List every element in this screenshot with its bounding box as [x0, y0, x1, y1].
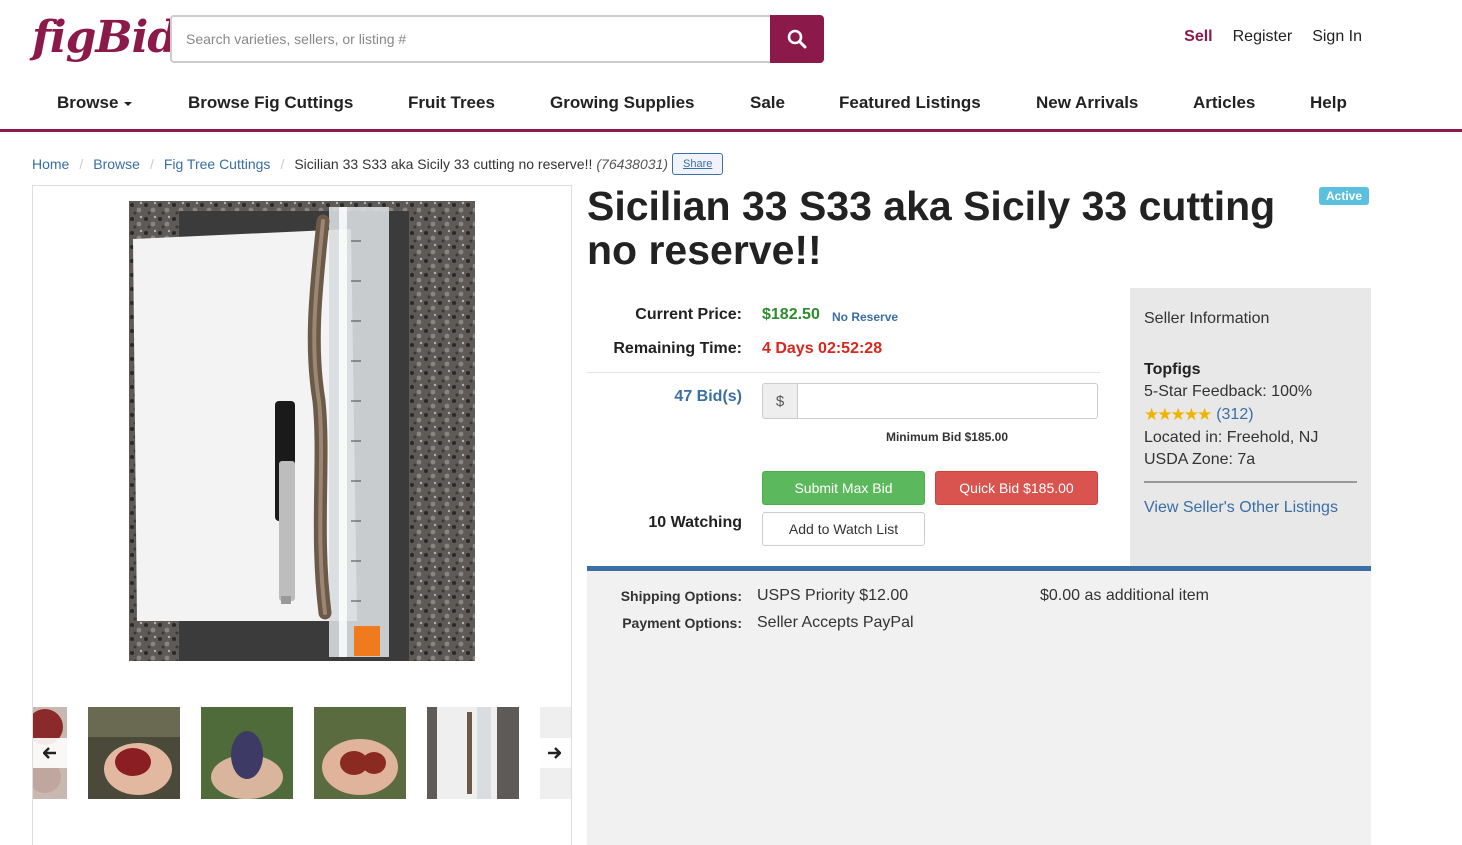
minimum-bid: Minimum Bid $185.00 [885, 430, 1009, 444]
shipping-options-value: USPS Priority $12.00 [757, 587, 909, 604]
main-nav: Browse Browse Fig Cuttings Fruit Trees G… [0, 80, 1462, 132]
gallery-next-button[interactable] [537, 738, 571, 768]
nav-help[interactable]: Help [1310, 93, 1347, 113]
thumbnail-3[interactable] [201, 707, 293, 799]
additional-item-shipping: $0.00 as additional item [1040, 587, 1209, 604]
seller-usda-zone: USDA Zone: 7a [1144, 451, 1256, 468]
nav-browse[interactable]: Browse [57, 93, 133, 113]
nav-sale[interactable]: Sale [750, 93, 785, 113]
payment-options-label: Payment Options: [622, 615, 742, 631]
add-to-watch-list-button[interactable]: Add to Watch List [762, 512, 925, 546]
breadcrumb-home[interactable]: Home [32, 156, 69, 172]
breadcrumb-category[interactable]: Fig Tree Cuttings [164, 156, 271, 172]
current-price-label: Current Price: [635, 306, 742, 323]
account-links: Sell Register Sign In [1184, 28, 1362, 46]
current-price: $182.50 [762, 306, 820, 323]
breadcrumb-separator: / [280, 156, 285, 172]
breadcrumb-separator: / [149, 156, 154, 172]
search-icon [787, 29, 807, 49]
breadcrumb-browse[interactable]: Browse [93, 156, 140, 172]
divider [1144, 481, 1357, 483]
nav-new-arrivals[interactable]: New Arrivals [1036, 93, 1138, 113]
payment-options-value: Seller Accepts PayPal [757, 614, 914, 631]
listing-number: (76438031) [596, 156, 668, 172]
breadcrumb: Home / Browse / Fig Tree Cuttings / Sici… [32, 153, 724, 175]
main-listing-photo[interactable] [129, 201, 475, 661]
sell-link[interactable]: Sell [1184, 28, 1212, 46]
gallery-prev-button[interactable] [33, 738, 67, 768]
status-badge: Active [1319, 187, 1370, 205]
caret-down-icon [124, 101, 133, 106]
thumbnail-strip [33, 707, 571, 799]
arrow-right-icon [548, 747, 561, 759]
no-reserve-link[interactable]: No Reserve [832, 310, 898, 324]
watching-count: 10 Watching [648, 514, 742, 531]
bid-history-link[interactable]: 47 Bid(s) [600, 388, 742, 406]
feedback-count-link[interactable]: (312) [1216, 406, 1253, 424]
nav-articles[interactable]: Articles [1193, 93, 1255, 113]
divider [587, 372, 1100, 373]
nav-browse-label: Browse [57, 93, 119, 112]
search-bar [170, 15, 824, 63]
seller-name: Topfigs [1144, 361, 1201, 378]
star-icon: ★★★★★ [1144, 405, 1212, 424]
seller-info-heading: Seller Information [1144, 310, 1270, 327]
seller-other-listings-link[interactable]: View Seller's Other Listings [1144, 499, 1357, 517]
main-photo-image [129, 201, 475, 661]
listing-title: Sicilian 33 S33 aka Sicily 33 cutting no… [587, 183, 1276, 273]
search-input[interactable] [170, 15, 770, 63]
bid-amount-input[interactable] [797, 383, 1098, 419]
seller-location: Located in: Freehold, NJ [1144, 429, 1319, 446]
nav-featured-listings[interactable]: Featured Listings [839, 93, 981, 113]
thumbnail-4[interactable] [314, 707, 406, 799]
submit-max-bid-button[interactable]: Submit Max Bid [762, 471, 925, 505]
shipping-payment-panel: Shipping Options: USPS Priority $12.00 $… [587, 566, 1371, 845]
thumbnail-2[interactable] [88, 707, 180, 799]
quick-bid-button[interactable]: Quick Bid $185.00 [935, 471, 1098, 505]
nav-fruit-trees[interactable]: Fruit Trees [408, 93, 495, 113]
bid-amount-group: $ [762, 383, 1098, 419]
figbid-logo[interactable]: figBid [32, 8, 178, 68]
search-button[interactable] [770, 15, 824, 63]
register-link[interactable]: Register [1233, 28, 1293, 46]
remaining-time-label: Remaining Time: [613, 340, 742, 357]
share-button[interactable]: Share [672, 153, 724, 175]
sign-in-link[interactable]: Sign In [1312, 28, 1362, 46]
seller-info-panel: Seller Information Topfigs 5-Star Feedba… [1130, 288, 1371, 567]
breadcrumb-current: Sicilian 33 S33 aka Sicily 33 cutting no… [294, 156, 593, 172]
photo-gallery [32, 185, 572, 845]
nav-browse-fig-cuttings[interactable]: Browse Fig Cuttings [188, 93, 353, 113]
shipping-options-label: Shipping Options: [620, 588, 742, 604]
arrow-left-icon [43, 747, 56, 759]
seller-feedback: 5-Star Feedback: 100% [1144, 383, 1313, 400]
remaining-time: 4 Days 02:52:28 [762, 340, 883, 357]
thumbnail-5[interactable] [427, 707, 519, 799]
seller-rating: ★★★★★ (312) [1144, 405, 1357, 425]
nav-growing-supplies[interactable]: Growing Supplies [550, 93, 695, 113]
breadcrumb-separator: / [79, 156, 84, 172]
currency-addon: $ [762, 383, 797, 419]
